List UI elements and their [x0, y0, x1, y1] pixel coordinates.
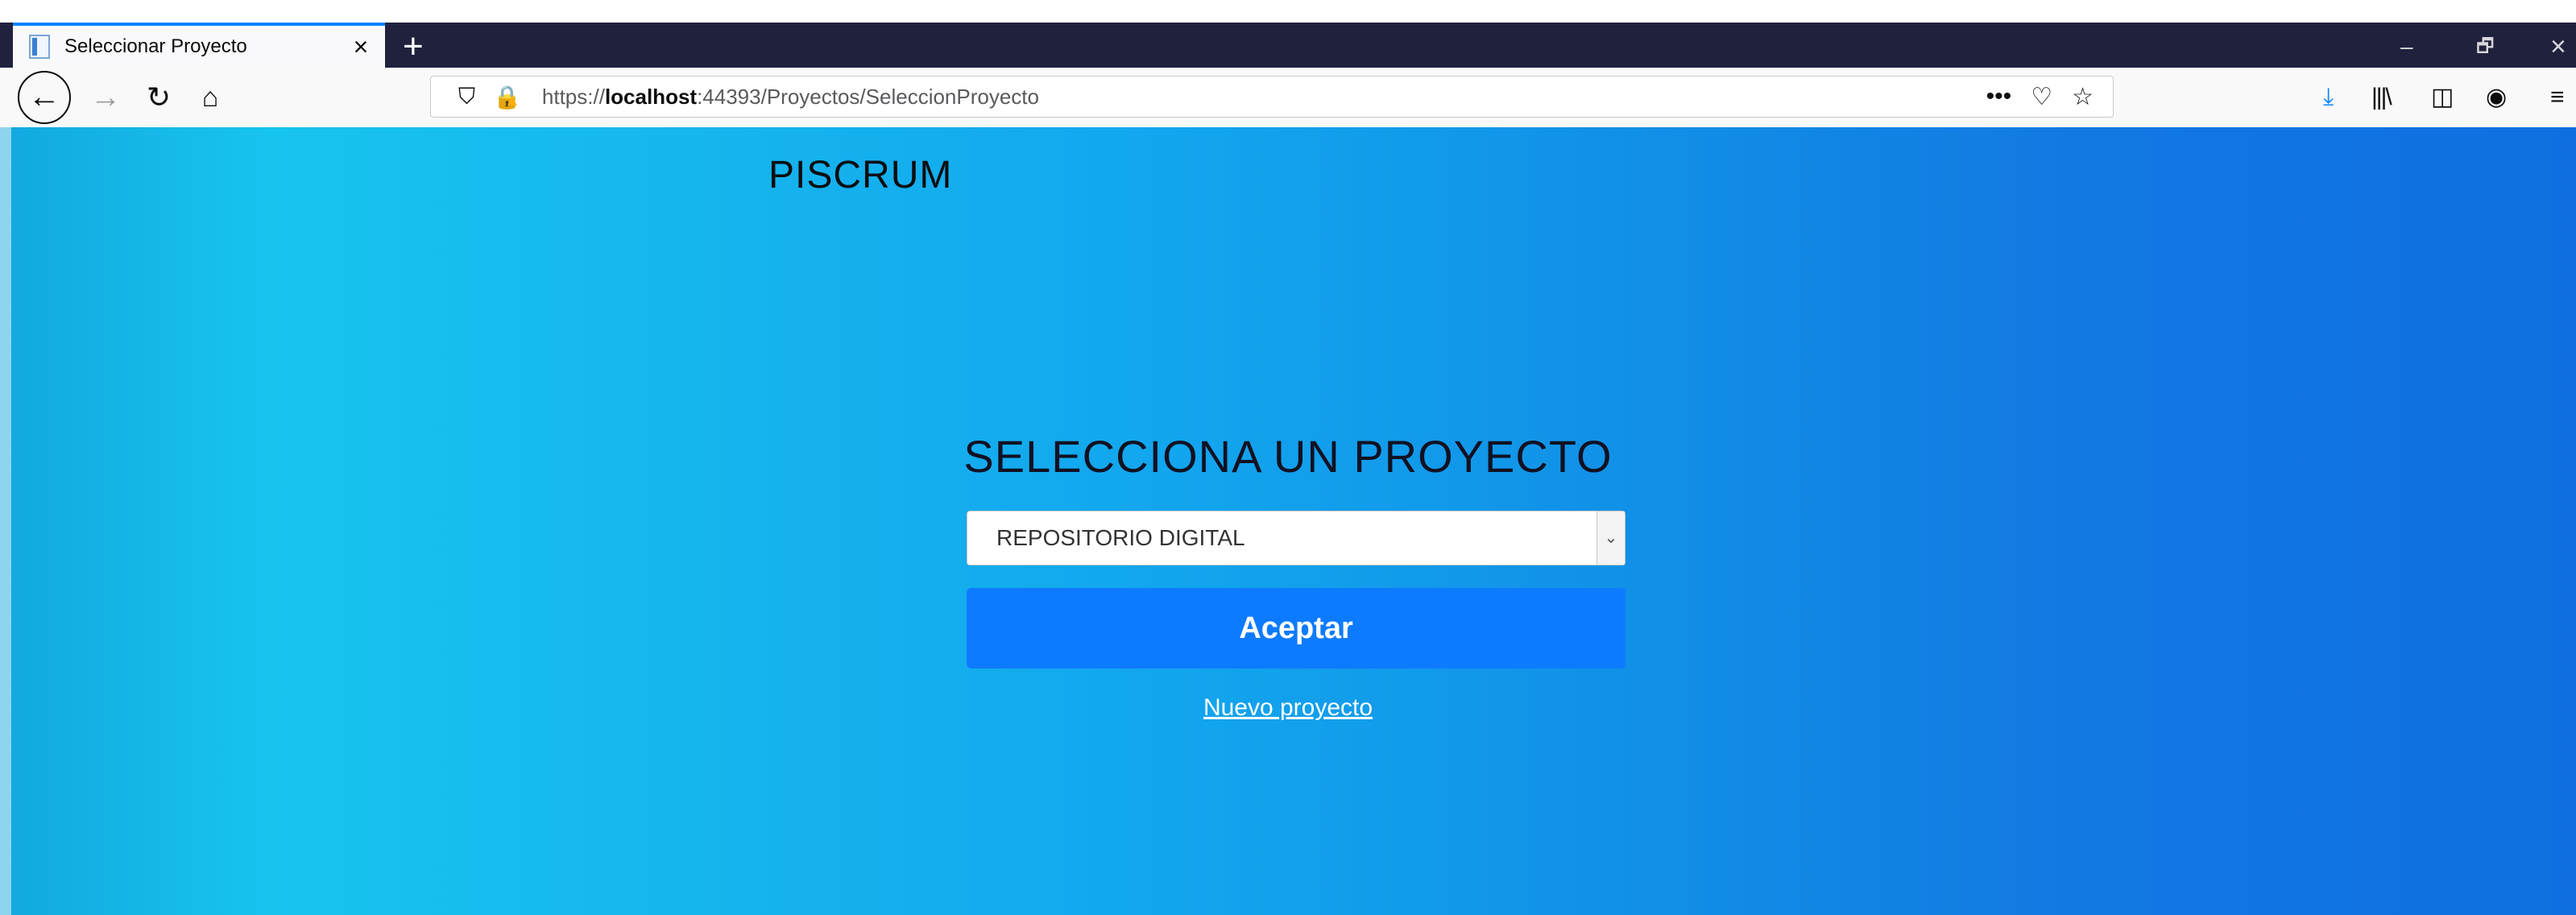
browser-tab[interactable]: Seleccionar Proyecto ×	[13, 23, 385, 68]
forward-icon[interactable]: →	[85, 77, 126, 118]
sidebar-icon[interactable]: ◫	[2431, 82, 2454, 113]
accept-button[interactable]: Aceptar	[967, 588, 1626, 669]
close-window-button[interactable]: ×	[2550, 24, 2566, 69]
new-tab-button[interactable]: +	[403, 24, 424, 69]
window-top-edge	[0, 0, 2576, 23]
restore-button[interactable]: 🗗	[2476, 24, 2495, 69]
project-select[interactable]: REPOSITORIO DIGITAL ⌄	[967, 511, 1626, 565]
pocket-icon[interactable]: ♡	[2031, 83, 2052, 111]
address-bar[interactable]: ⛉ 🔒 ▲ https://localhost:44393/Proyectos/S…	[430, 76, 2114, 118]
home-icon[interactable]: ⌂	[190, 77, 230, 118]
page-heading: SELECCIONA UN PROYECTO	[963, 431, 1613, 482]
minimize-button[interactable]: –	[2400, 24, 2413, 69]
page-actions-icon[interactable]: •••	[1986, 83, 2012, 110]
tab-close-icon[interactable]: ×	[345, 32, 377, 62]
url-text[interactable]: https://localhost:44393/Proyectos/Selecc…	[542, 85, 1986, 110]
back-icon[interactable]: ←	[18, 71, 71, 124]
menu-icon[interactable]: ≡	[2550, 82, 2565, 113]
tab-bar: Seleccionar Proyecto ×	[0, 23, 2576, 68]
account-icon[interactable]: ◉	[2486, 82, 2507, 113]
library-icon[interactable]: |||\	[2371, 82, 2392, 113]
brand-title: PISCRUM	[768, 154, 953, 197]
chevron-down-icon[interactable]: ⌄	[1597, 511, 1625, 565]
selected-project-value: REPOSITORIO DIGITAL	[996, 525, 1245, 550]
tab-title: Seleccionar Proyecto	[64, 35, 247, 57]
new-project-link[interactable]: Nuevo proyecto	[0, 694, 2576, 722]
page-favicon-icon	[29, 35, 50, 59]
tracking-shield-icon[interactable]: ⛉	[458, 84, 475, 110]
reload-icon[interactable]: ↻	[139, 77, 179, 118]
bookmark-star-icon[interactable]: ☆	[2072, 83, 2094, 111]
downloads-icon[interactable]: ⤓	[2323, 82, 2334, 113]
insecure-lock-icon[interactable]: 🔒 ▲	[493, 84, 521, 110]
navigation-toolbar: ← → ↻ ⌂ ⛉ 🔒 ▲ https://localhost:44393/Pro…	[0, 68, 2576, 128]
